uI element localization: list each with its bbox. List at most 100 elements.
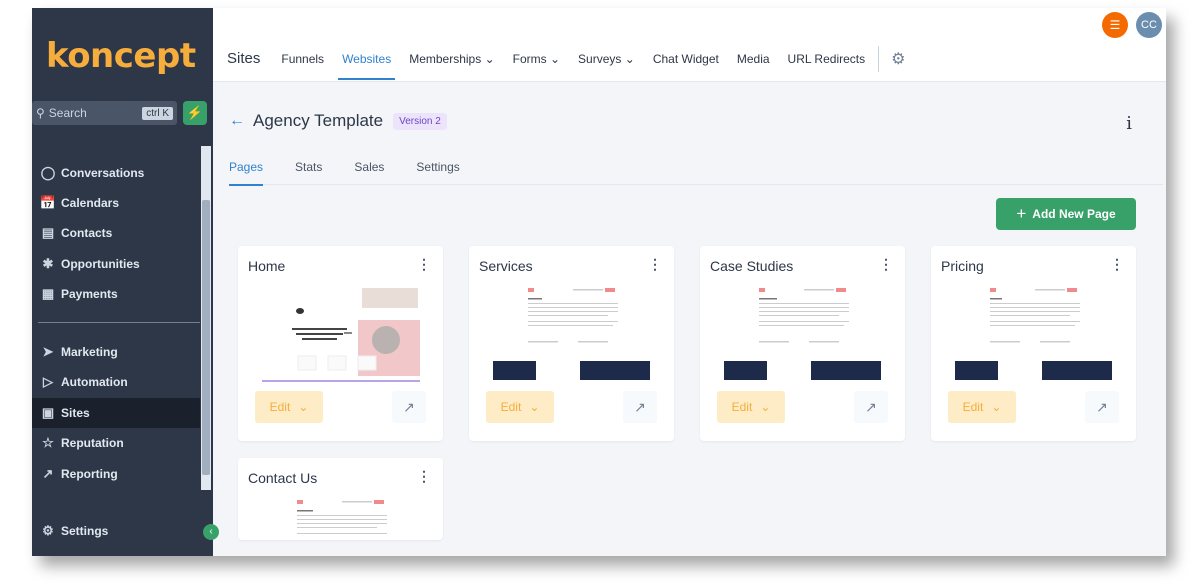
nav-chat-widget[interactable]: Chat Widget [644, 42, 728, 76]
edit-label: Edit [731, 400, 753, 414]
nav-surveys[interactable]: Surveys ⌄ [569, 42, 644, 76]
edit-button[interactable]: Edit ⌄ [255, 391, 323, 423]
page-card-title: Case Studies [710, 258, 794, 274]
kebab-menu-icon[interactable]: ⋮ [417, 256, 431, 273]
brand-logo[interactable]: koncept [46, 36, 196, 76]
nav-funnels[interactable]: Funnels [272, 42, 333, 76]
open-external-icon[interactable]: ↗ [854, 391, 888, 423]
open-external-icon[interactable]: ↗ [392, 391, 426, 423]
sidebar-item-label: Reporting [61, 467, 118, 481]
avatar[interactable]: CC [1136, 12, 1162, 38]
kebab-menu-icon[interactable]: ⋮ [879, 256, 893, 273]
chevron-down-icon: ⌄ [529, 400, 540, 414]
add-new-page-label: Add New Page [1032, 207, 1116, 221]
sidebar-divider [38, 322, 200, 323]
star-icon: ☆ [42, 435, 54, 450]
send-icon: ➤ [42, 344, 54, 359]
sidebar-item-reputation[interactable]: ☆ Reputation [32, 428, 200, 458]
open-external-icon[interactable]: ↗ [1085, 391, 1119, 423]
version-badge: Version 2 [393, 112, 447, 130]
page-card-contact-us[interactable]: Contact Us ⋮ [238, 458, 443, 540]
quick-action-bolt-icon[interactable]: ⚡ [183, 101, 207, 125]
gear-icon[interactable]: ⚙ [885, 49, 911, 69]
chevron-down-icon: ⌄ [298, 400, 309, 414]
contacts-icon: ▤ [41, 225, 55, 240]
kebab-menu-icon[interactable]: ⋮ [648, 256, 662, 273]
tab-stats[interactable]: Stats [295, 155, 322, 185]
sidebar-item-label: Sites [61, 406, 90, 420]
page-thumbnail [724, 288, 881, 380]
chevron-down-icon: ⌄ [549, 52, 561, 66]
page-card-title: Pricing [941, 258, 984, 274]
nav-url-redirects[interactable]: URL Redirects [779, 42, 875, 76]
sidebar-item-label: Reputation [61, 436, 124, 450]
chevron-down-icon: ⌄ [624, 52, 635, 66]
edit-button[interactable]: Edit ⌄ [717, 391, 785, 423]
kebab-menu-icon[interactable]: ⋮ [1110, 256, 1124, 273]
nav-separator [878, 46, 880, 72]
sidebar-item-label: Settings [61, 524, 109, 538]
open-external-icon[interactable]: ↗ [623, 391, 657, 423]
sidebar-item-label: Automation [61, 375, 128, 389]
sidebar-item-label: Marketing [61, 345, 118, 359]
sites-icon: ▣ [41, 405, 55, 420]
page-header: ← Agency Template Version 2 [229, 111, 447, 131]
sidebar-item-automation[interactable]: ▷ Automation [32, 367, 200, 397]
nav-websites[interactable]: Websites [333, 42, 400, 80]
add-new-page-button[interactable]: + Add New Page [996, 198, 1136, 230]
sidebar-item-sites[interactable]: ▣ Sites [32, 398, 200, 428]
edit-label: Edit [500, 400, 522, 414]
nav-media[interactable]: Media [728, 42, 779, 76]
nav-forms[interactable]: Forms ⌄ [504, 42, 569, 76]
page-card-case-studies[interactable]: Case Studies ⋮ Edit ⌄ ↗ [700, 246, 905, 441]
sidebar-item-contacts[interactable]: ▤ Contacts [32, 218, 200, 248]
edit-button[interactable]: Edit ⌄ [486, 391, 554, 423]
notifications-list-icon[interactable]: ☰ [1102, 12, 1128, 38]
edit-label: Edit [269, 400, 291, 414]
page-card-title: Home [248, 258, 286, 274]
kebab-menu-icon[interactable]: ⋮ [417, 468, 431, 485]
page-tabs: Pages Stats Sales Settings [229, 155, 1163, 186]
top-nav: Sites Funnels Websites Memberships ⌄ For… [213, 42, 911, 80]
chevron-down-icon: ⌄ [484, 52, 495, 66]
section-title: Sites [227, 50, 261, 67]
nav-memberships[interactable]: Memberships ⌄ [400, 42, 503, 76]
nav-label: Memberships [409, 52, 482, 66]
sidebar-scrollbar-thumb[interactable] [202, 200, 210, 475]
payments-icon: ▦ [41, 286, 55, 301]
page-thumbnail [493, 288, 650, 380]
calendar-icon: 📅 [39, 195, 57, 210]
back-arrow-icon[interactable]: ← [229, 112, 245, 130]
page-card-pricing[interactable]: Pricing ⋮ Edit ⌄ ↗ [931, 246, 1136, 441]
sidebar-item-calendars[interactable]: 📅 Calendars [32, 188, 200, 218]
page-title: Agency Template [253, 111, 384, 130]
search-input[interactable]: ⚲ Search ctrl K [32, 101, 177, 125]
top-navigation-bar: Sites Funnels Websites Memberships ⌄ For… [213, 8, 1166, 82]
sidebar-item-reporting[interactable]: ↗ Reporting [32, 459, 200, 489]
sidebar-item-label: Calendars [61, 196, 120, 210]
search-icon: ⚲ [36, 106, 45, 120]
page-card-home[interactable]: Home ⋮ Edit ⌄ ↗ [238, 246, 443, 441]
sidebar-item-marketing[interactable]: ➤ Marketing [32, 337, 200, 367]
tab-settings[interactable]: Settings [416, 155, 459, 185]
search-shortcut-badge: ctrl K [142, 106, 173, 120]
page-card-title: Contact Us [248, 470, 318, 486]
sidebar-item-payments[interactable]: ▦ Payments [32, 279, 200, 309]
tab-pages[interactable]: Pages [229, 155, 264, 186]
edit-button[interactable]: Edit ⌄ [948, 391, 1016, 423]
sidebar-item-label: Conversations [61, 166, 145, 180]
plus-icon: + [1016, 204, 1027, 223]
app-window: koncept ⚲ Search ctrl K ⚡ ◯ Conversation… [32, 8, 1166, 556]
sidebar-item-label: Contacts [61, 226, 113, 240]
page-thumbnail [262, 286, 420, 384]
sidebar-item-settings[interactable]: ⚙ Settings [32, 516, 200, 546]
chat-icon: ◯ [40, 165, 56, 180]
sidebar-item-conversations[interactable]: ◯ Conversations [32, 158, 200, 188]
page-card-services[interactable]: Services ⋮ Edit ⌄ ↗ [469, 246, 674, 441]
info-icon[interactable]: i [1126, 113, 1132, 134]
edit-label: Edit [962, 400, 984, 414]
tab-sales[interactable]: Sales [354, 155, 384, 185]
sidebar-item-opportunities[interactable]: ✱ Opportunities [32, 249, 200, 279]
chevron-down-icon: ⌄ [760, 400, 771, 414]
nav-label: Forms [512, 52, 547, 66]
